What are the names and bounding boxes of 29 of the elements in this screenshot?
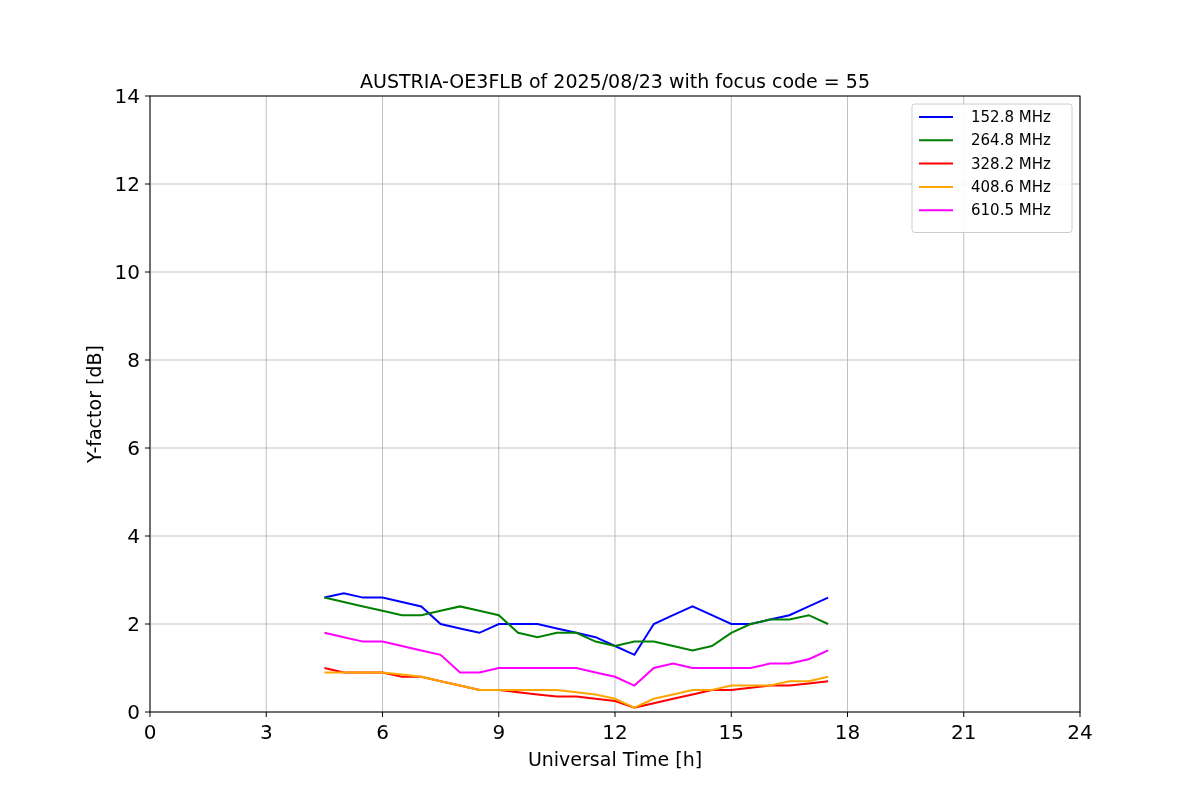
tick-label: 6 (127, 436, 140, 460)
legend-label: 152.8 MHz (971, 108, 1051, 126)
tick-label: 4 (127, 524, 140, 548)
tick-label: 2 (127, 612, 140, 636)
tick-label: 8 (127, 348, 140, 372)
tick-label: 15 (718, 720, 744, 744)
tick-label: 12 (114, 172, 140, 196)
tick-label: 18 (834, 720, 861, 744)
legend-label: 328.2 MHz (971, 154, 1051, 173)
tick-label: 12 (602, 720, 628, 744)
tick-label: 10 (114, 260, 140, 284)
tick-label: 6 (376, 720, 389, 744)
legend-swatch (918, 209, 954, 212)
tick-label: 3 (259, 720, 273, 744)
legend-swatch (918, 185, 954, 188)
tick-label: 21 (951, 720, 977, 744)
legend-label: 610.5 MHz (971, 201, 1051, 220)
axis-label: Y-factor [dB] (83, 345, 105, 463)
tick-label: 0 (127, 700, 140, 724)
tick-label: 9 (492, 720, 506, 744)
legend-swatch (918, 162, 954, 165)
tick-label: 24 (1067, 720, 1093, 744)
tick-label: 0 (143, 720, 157, 744)
axis-label: Universal Time [h] (527, 748, 703, 770)
legend-label: 264.8 MHz (971, 131, 1051, 150)
tick-label: 14 (114, 84, 140, 108)
legend-swatch (918, 139, 954, 142)
chart-title: AUSTRIA-OE3FLB of 2025/08/23 with focus code = 55 (360, 70, 870, 92)
legend-label: 408.6 MHz (971, 177, 1051, 196)
